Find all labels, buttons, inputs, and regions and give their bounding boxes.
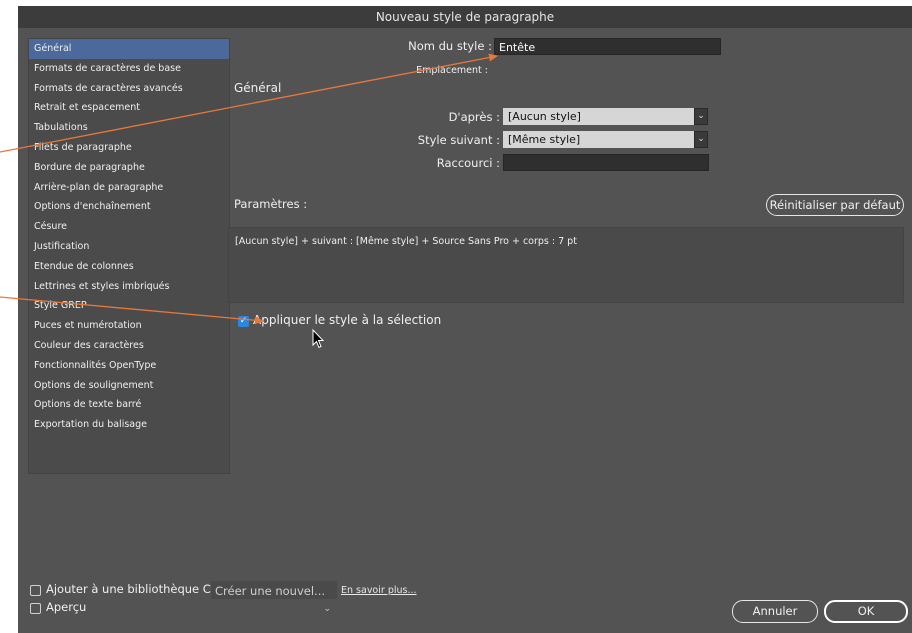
cc-library-select-value: Créer une nouvel... (215, 584, 326, 598)
reset-defaults-button[interactable]: Réinitialiser par défaut (766, 194, 904, 216)
paragraph-style-dialog: Nouveau style de paragraphe Général Form… (18, 6, 912, 633)
location-label: Emplacement : (416, 65, 488, 76)
based-on-label: D'après : (448, 110, 500, 124)
apply-style-label: Appliquer le style à la sélection (253, 313, 442, 327)
sidebar-item-span-columns[interactable]: Etendue de colonnes (29, 257, 229, 277)
params-summary-text: [Aucun style] + suivant : [Même style] +… (235, 236, 577, 247)
sidebar-item-keep-options[interactable]: Options d'enchaînement (29, 197, 229, 217)
sidebar-item-tabs[interactable]: Tabulations (29, 118, 229, 138)
apply-style-checkbox[interactable]: ✓ (238, 316, 249, 327)
based-on-dropdown-icon[interactable]: ⌄ (694, 108, 708, 125)
section-title: Général (234, 81, 282, 95)
cancel-button[interactable]: Annuler (732, 600, 818, 623)
cc-library-select[interactable]: Créer une nouvel... ⌄ (211, 581, 337, 614)
sidebar-item-general[interactable]: Général (29, 39, 229, 59)
add-cc-library-checkbox[interactable] (30, 585, 41, 596)
learn-more-link[interactable]: En savoir plus... (341, 585, 417, 596)
chevron-down-icon: ⌄ (323, 604, 331, 614)
preview-label: Aperçu (46, 600, 87, 614)
params-summary-box: [Aucun style] + suivant : [Même style] +… (228, 227, 904, 303)
style-name-label: Nom du style : (408, 39, 492, 53)
next-style-select[interactable]: [Même style] (503, 131, 694, 148)
sidebar-item-justification[interactable]: Justification (29, 237, 229, 257)
sidebar-item-hyphenation[interactable]: Césure (29, 217, 229, 237)
shortcut-input[interactable] (503, 154, 709, 171)
preview-checkbox[interactable] (30, 603, 41, 614)
next-style-dropdown-icon[interactable]: ⌄ (694, 131, 708, 148)
sidebar-item-opentype[interactable]: Fonctionnalités OpenType (29, 356, 229, 376)
sidebar-item-grep-style[interactable]: Style GREP (29, 296, 229, 316)
style-name-input[interactable]: Entête (494, 38, 721, 55)
sidebar-item-bullets-numbering[interactable]: Puces et numérotation (29, 316, 229, 336)
add-cc-library-label: Ajouter à une bibliothèque CC: (46, 582, 223, 596)
sidebar-item-drop-caps-nested[interactable]: Lettrines et styles imbriqués (29, 277, 229, 297)
sidebar-item-paragraph-shading[interactable]: Arrière-plan de paragraphe (29, 178, 229, 198)
shortcut-label: Raccourci : (436, 156, 500, 170)
category-list[interactable]: Général Formats de caractères de base Fo… (28, 38, 230, 474)
sidebar-item-export-tagging[interactable]: Exportation du balisage (29, 415, 229, 435)
sidebar-item-underline-options[interactable]: Options de soulignement (29, 376, 229, 396)
sidebar-item-indents-spacing[interactable]: Retrait et espacement (29, 98, 229, 118)
sidebar-item-character-color[interactable]: Couleur des caractères (29, 336, 229, 356)
sidebar-item-paragraph-border[interactable]: Bordure de paragraphe (29, 158, 229, 178)
sidebar-item-advanced-character-formats[interactable]: Formats de caractères avancés (29, 79, 229, 99)
next-style-label: Style suivant : (417, 133, 500, 147)
dialog-title: Nouveau style de paragraphe (18, 6, 912, 28)
sidebar-item-strikethrough-options[interactable]: Options de texte barré (29, 395, 229, 415)
params-label: Paramètres : (234, 197, 308, 211)
based-on-select[interactable]: [Aucun style] (503, 108, 694, 125)
sidebar-item-paragraph-rules[interactable]: Filets de paragraphe (29, 138, 229, 158)
sidebar-item-basic-character-formats[interactable]: Formats de caractères de base (29, 59, 229, 79)
ok-button[interactable]: OK (824, 600, 908, 623)
